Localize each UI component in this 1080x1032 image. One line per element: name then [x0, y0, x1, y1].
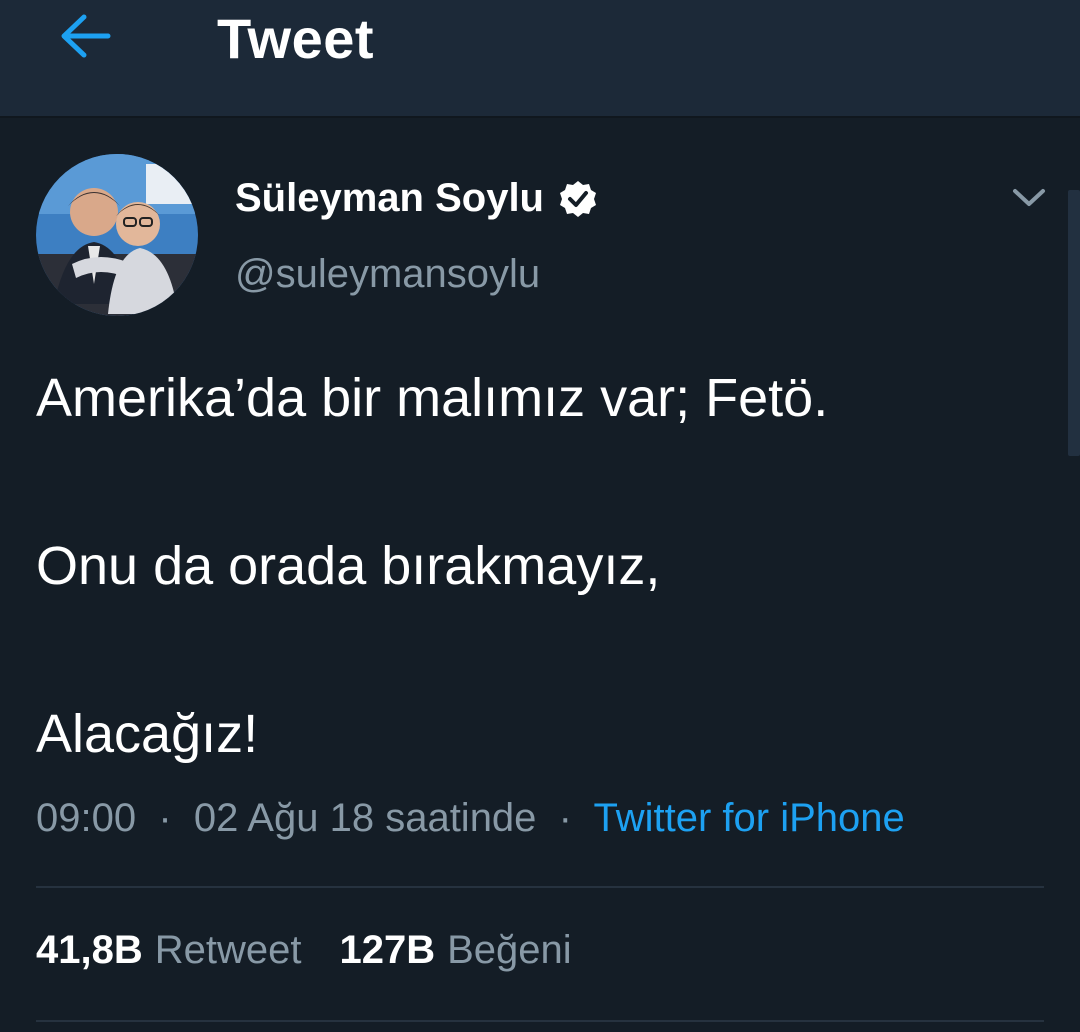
tweet-source-link[interactable]: Twitter for iPhone — [594, 796, 905, 840]
tweet-metadata: 09:00 · 02 Ağu 18 saatinde · Twitter for… — [36, 796, 905, 841]
tweet-stats: 41,8B Retweet 127B Beğeni — [36, 928, 572, 973]
tweet-date: 02 Ağu 18 saatinde — [193, 796, 537, 840]
back-button[interactable] — [50, 8, 120, 64]
arrow-left-icon — [61, 14, 111, 58]
meta-separator: · — [547, 796, 584, 840]
retweets-count: 41,8B — [36, 928, 143, 972]
likes-count: 127B — [339, 928, 436, 972]
top-app-bar: Tweet — [0, 0, 1080, 118]
author-name[interactable]: Süleyman Soylu — [235, 176, 598, 221]
retweets-stat[interactable]: 41,8B Retweet — [36, 928, 302, 973]
retweets-label: Retweet — [154, 928, 302, 972]
author-name-text: Süleyman Soylu — [235, 176, 544, 220]
divider — [36, 1020, 1044, 1022]
divider — [36, 886, 1044, 888]
avatar[interactable] — [36, 154, 198, 316]
verified-badge-icon — [558, 179, 598, 219]
tweet-text-line: Onu da orada bırakmayız, — [36, 536, 661, 596]
tweet-time: 09:00 — [36, 796, 137, 840]
tweet-detail: Süleyman Soylu @suleymansoylu Amerika’da… — [0, 120, 1080, 1032]
likes-label: Beğeni — [447, 928, 572, 972]
tweet-menu-button[interactable] — [1006, 178, 1052, 218]
meta-separator: · — [147, 796, 183, 840]
likes-stat[interactable]: 127B Beğeni — [340, 928, 572, 973]
scrollbar[interactable] — [1068, 190, 1080, 456]
tweet-text-line: Alacağız! — [36, 704, 259, 764]
chevron-down-icon — [1013, 189, 1045, 206]
page-title: Tweet — [217, 7, 375, 70]
tweet-text-line: Amerika’da bir malımız var; Fetö. — [36, 368, 829, 428]
author-handle[interactable]: @suleymansoylu — [235, 252, 540, 297]
